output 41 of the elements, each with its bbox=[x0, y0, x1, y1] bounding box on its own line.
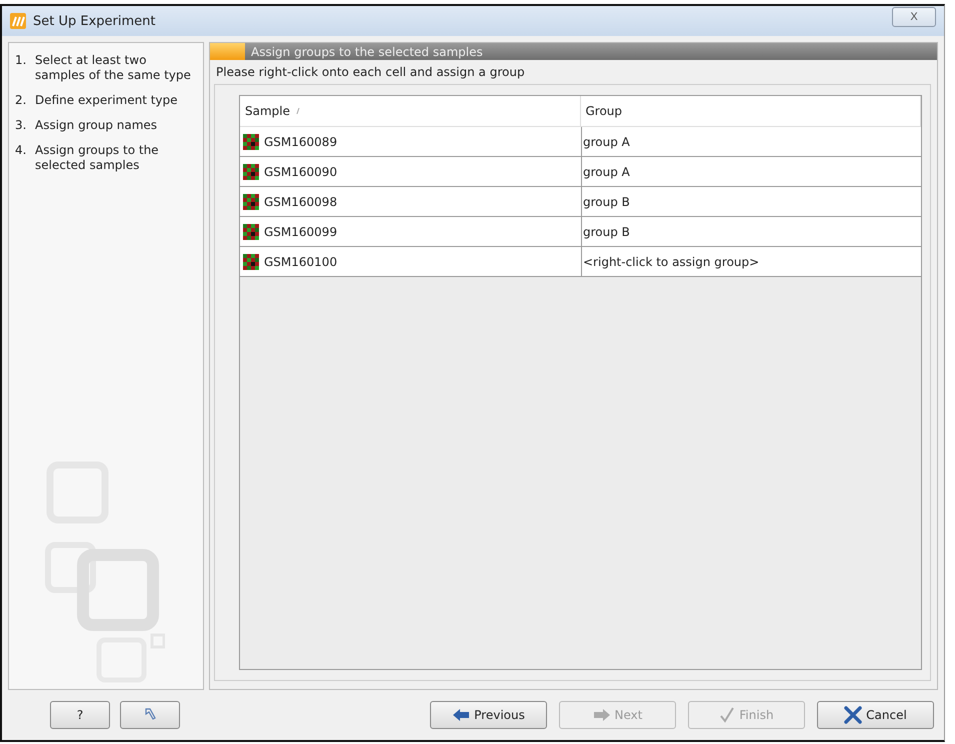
reset-button[interactable] bbox=[120, 701, 180, 729]
app-logo-icon bbox=[10, 13, 26, 29]
instruction-text: Please right-click onto each cell and assign a group bbox=[215, 64, 526, 81]
step-number: 4. bbox=[15, 143, 28, 159]
panel-title: Assign groups to the selected samples bbox=[250, 44, 483, 58]
window-title: Set Up Experiment bbox=[33, 14, 156, 28]
checkmark-icon bbox=[719, 707, 736, 723]
cancel-x-icon bbox=[844, 706, 862, 724]
microarray-icon bbox=[243, 254, 259, 270]
microarray-icon bbox=[243, 164, 259, 180]
sample-name: GSM160100 bbox=[264, 254, 338, 268]
step-label: Assign group names bbox=[35, 118, 158, 133]
step-label: Select at least two samples of the same type bbox=[35, 53, 192, 83]
microarray-icon bbox=[243, 194, 259, 210]
column-header[interactable]: Sample bbox=[240, 96, 580, 126]
table-cell[interactable]: group A bbox=[581, 157, 921, 186]
left-arrow-icon bbox=[452, 708, 470, 722]
close-button[interactable]: X bbox=[892, 7, 936, 27]
previous-button[interactable]: Previous bbox=[430, 701, 547, 729]
table-cell[interactable]: group B bbox=[581, 187, 921, 216]
step-label: Define experiment type bbox=[35, 93, 179, 108]
header-accent-block bbox=[210, 43, 245, 60]
help-button[interactable]: ? bbox=[50, 701, 110, 729]
step-number: 3. bbox=[15, 118, 28, 133]
step-label: Assign groups to the selected samples bbox=[35, 143, 160, 173]
microarray-icon bbox=[243, 224, 259, 240]
microarray-icon bbox=[243, 134, 259, 150]
column-header[interactable]: Group bbox=[580, 96, 921, 126]
cancel-button[interactable]: Cancel bbox=[817, 701, 934, 729]
step-number: 2. bbox=[15, 93, 28, 108]
sort-icon bbox=[296, 108, 300, 114]
sample-name: GSM160090 bbox=[264, 164, 338, 178]
undo-arrow-icon bbox=[143, 707, 157, 723]
sample-name: GSM160099 bbox=[264, 224, 338, 238]
table-cell[interactable]: <right-click to assign group> bbox=[581, 247, 921, 276]
table-cell[interactable]: group A bbox=[581, 127, 921, 156]
table-cell[interactable]: group B bbox=[581, 217, 921, 246]
sample-name: GSM160089 bbox=[264, 134, 338, 148]
right-arrow-icon bbox=[592, 708, 611, 722]
step-number: 1. bbox=[15, 53, 28, 69]
sample-name: GSM160098 bbox=[264, 194, 338, 208]
